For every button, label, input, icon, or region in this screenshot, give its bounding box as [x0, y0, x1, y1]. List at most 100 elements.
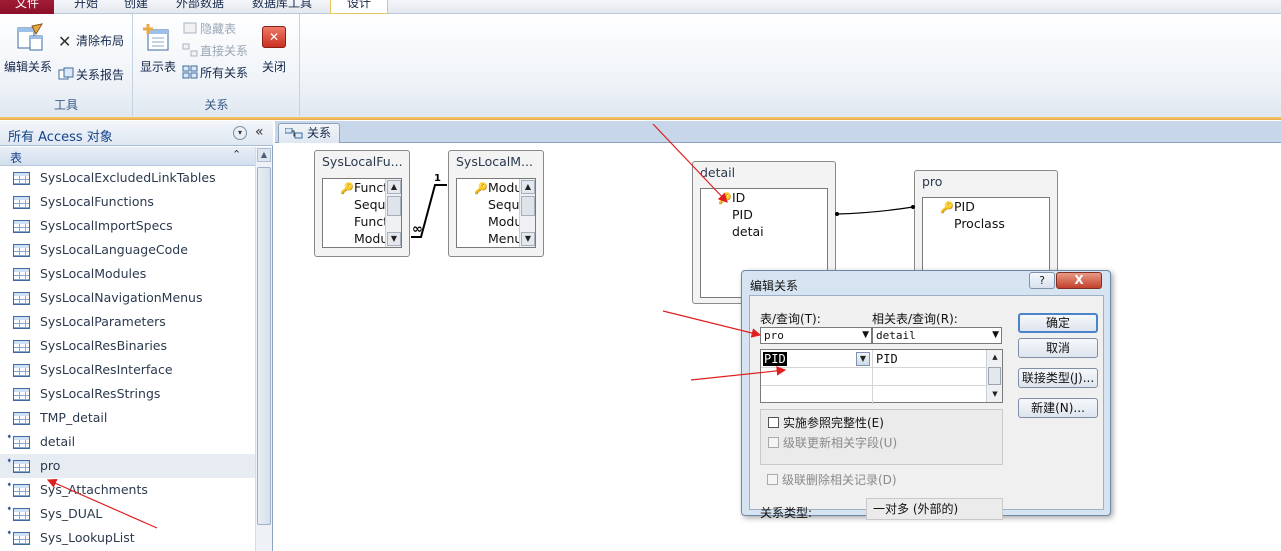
help-button[interactable]: ?	[1029, 272, 1055, 289]
nav-table-item[interactable]: TMP_detail	[0, 406, 255, 430]
collapse-pane-icon[interactable]: «	[255, 124, 264, 140]
scroll-down-icon[interactable]: ▼	[988, 388, 1002, 401]
scroll-thumb[interactable]	[257, 167, 271, 525]
field-mapping-grid[interactable]: PID ▼ PID ▲ ▼	[760, 349, 1003, 404]
nav-header[interactable]: 所有 Access 对象 ▾ «	[0, 121, 273, 146]
nav-table-item[interactable]: SysLocalResInterface	[0, 358, 255, 382]
nav-table-item[interactable]: SysLocalNavigationMenus	[0, 286, 255, 310]
nav-table-item[interactable]: ➧ Sys_LookupList	[0, 526, 255, 550]
direct-relationships-button[interactable]: 直接关系	[182, 42, 248, 59]
ribbon-accent-line	[0, 117, 1281, 120]
table-icon	[13, 388, 30, 401]
field-list[interactable]: 🔑 Functi Seque Functi Modu ▲ ▼	[322, 178, 402, 248]
cascade-update-checkbox[interactable]: 级联更新相关字段(U)	[768, 434, 988, 451]
scroll-thumb[interactable]	[387, 196, 401, 216]
scroll-up-icon[interactable]: ▲	[387, 180, 401, 194]
primary-key-icon: 🔑	[474, 182, 488, 195]
nav-table-item[interactable]: ➧ Sys_DUAL	[0, 502, 255, 526]
relationships-group-label: 关系	[204, 98, 229, 112]
field-item[interactable]: Proclass	[923, 215, 1049, 232]
table-box-sys-modules[interactable]: SysLocalM... 🔑 Modu Seque Modu Menu ▲ ▼	[448, 150, 544, 257]
field-item[interactable]: 🔑 PID	[923, 198, 1049, 215]
table-icon	[13, 484, 30, 497]
nav-menu-chevron-icon[interactable]: ▾	[233, 126, 247, 140]
field-item[interactable]: 🔑 ID	[701, 189, 827, 206]
tab-design[interactable]: 设计	[330, 0, 388, 14]
table-query-select[interactable]: pro ▼	[760, 327, 872, 344]
related-table-select[interactable]: detail ▼	[872, 327, 1002, 344]
doc-tab-label: 关系	[307, 126, 332, 140]
enforce-integrity-checkbox[interactable]: 实施参照完整性(E)	[768, 414, 988, 431]
tab-file[interactable]: 文件	[0, 0, 54, 14]
nav-table-item[interactable]: SysLocalExcludedLinkTables	[0, 166, 255, 190]
all-relationships-label: 所有关系	[200, 66, 249, 80]
linked-table-arrow-icon: ➧	[6, 504, 13, 513]
scroll-up-icon[interactable]: ▲	[521, 180, 535, 194]
show-table-button[interactable]: 显示表	[138, 18, 178, 78]
right-field-cell[interactable]: PID	[874, 350, 986, 368]
cancel-button[interactable]: 取消	[1018, 338, 1098, 358]
collapse-category-icon[interactable]: ⌃	[232, 148, 241, 161]
table-icon	[13, 244, 30, 257]
tab-database-tools[interactable]: 数据库工具	[246, 0, 318, 14]
clear-layout-icon: ✕	[58, 32, 72, 51]
scroll-thumb[interactable]	[988, 367, 1001, 385]
dialog-title: 编辑关系	[750, 279, 799, 293]
checkbox-icon	[768, 417, 779, 428]
scroll-down-icon[interactable]: ▼	[387, 232, 401, 246]
grid-row[interactable]	[761, 368, 987, 386]
field-list[interactable]: 🔑 Modu Seque Modu Menu ▲ ▼	[456, 178, 536, 248]
table-icon	[13, 364, 30, 377]
nav-table-item[interactable]: SysLocalResBinaries	[0, 334, 255, 358]
table-icon	[13, 412, 30, 425]
nav-table-item[interactable]: SysLocalModules	[0, 262, 255, 286]
nav-table-item[interactable]: SysLocalResStrings	[0, 382, 255, 406]
table-icon	[13, 436, 30, 449]
nav-table-item[interactable]: SysLocalFunctions	[0, 190, 255, 214]
nav-table-item[interactable]: SysLocalParameters	[0, 310, 255, 334]
scroll-down-icon[interactable]: ▼	[521, 232, 535, 246]
nav-table-item[interactable]: ➧ Sys_Attachments	[0, 478, 255, 502]
create-new-button[interactable]: 新建(N)...	[1018, 398, 1098, 418]
edit-relationships-button[interactable]: 编辑关系	[4, 18, 54, 78]
scroll-thumb[interactable]	[521, 196, 535, 216]
scroll-up-icon[interactable]: ▲	[988, 351, 1002, 364]
dialog-body: 表/查询(T): 相关表/查询(R): pro ▼ detail ▼ PID ▼ P…	[749, 295, 1104, 520]
field-scrollbar[interactable]: ▲ ▼	[519, 179, 535, 247]
dialog-close-button[interactable]: X	[1056, 272, 1102, 289]
field-item[interactable]: PID	[701, 206, 827, 223]
relationship-line[interactable]	[836, 206, 914, 215]
nav-table-item[interactable]: SysLocalImportSpecs	[0, 214, 255, 238]
table-box-pro[interactable]: pro 🔑 PID Proclass	[914, 170, 1058, 280]
tab-create[interactable]: 创建	[118, 0, 154, 14]
nav-table-item[interactable]: SysLocalLanguageCode	[0, 238, 255, 262]
table-box-title: SysLocalM...	[456, 154, 533, 169]
field-list[interactable]: 🔑 PID Proclass	[922, 197, 1050, 277]
ok-button[interactable]: 确定	[1018, 313, 1098, 333]
close-button[interactable]: ✕ 关闭	[258, 18, 292, 78]
table-box-sys-functions[interactable]: SysLocalFu... 🔑 Functi Seque Functi Modu …	[314, 150, 410, 257]
relationship-report-button[interactable]: 关系报告	[58, 66, 124, 83]
tab-external-data[interactable]: 外部数据	[170, 0, 230, 14]
grid-row[interactable]: PID ▼ PID	[761, 350, 987, 368]
field-scrollbar[interactable]: ▲ ▼	[385, 179, 401, 247]
chevron-down-icon[interactable]: ▼	[856, 352, 870, 366]
tab-relationships-document[interactable]: 关系	[278, 123, 340, 143]
grid-scrollbar[interactable]: ▲ ▼	[986, 350, 1002, 402]
scroll-up-icon[interactable]: ▲	[257, 148, 271, 162]
field-item[interactable]: detai	[701, 223, 827, 240]
nav-category-tables[interactable]: 表 ⌃	[0, 147, 255, 166]
cascade-delete-checkbox[interactable]: 级联删除相关记录(D)	[767, 471, 987, 488]
join-type-button[interactable]: 联接类型(J)...	[1018, 368, 1098, 388]
clear-layout-button[interactable]: ✕ 清除布局	[58, 32, 124, 51]
nav-table-item[interactable]: ➧ detail	[0, 430, 255, 454]
all-relationships-button[interactable]: 所有关系	[182, 64, 248, 81]
show-table-label: 显示表	[140, 60, 177, 74]
nav-scrollbar[interactable]: ▲	[255, 147, 272, 551]
integrity-options-box: 实施参照完整性(E) 级联更新相关字段(U)	[760, 409, 1003, 465]
hide-table-button[interactable]: 隐藏表	[182, 20, 236, 37]
tab-home[interactable]: 开始	[68, 0, 104, 14]
direct-relationships-icon	[182, 43, 198, 57]
nav-table-item[interactable]: ➧ pro	[0, 454, 255, 478]
all-relationships-icon	[182, 65, 198, 79]
